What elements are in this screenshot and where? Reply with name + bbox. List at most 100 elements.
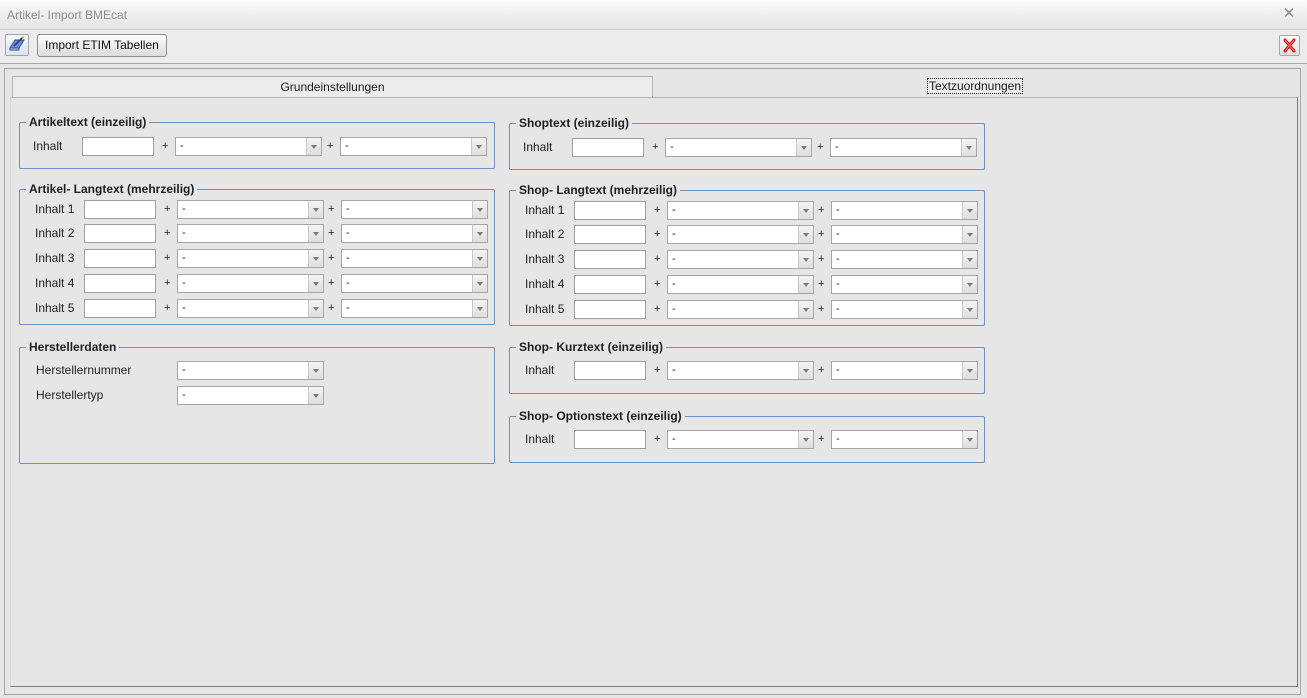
shoptext-inhalt-input[interactable] — [572, 138, 644, 157]
toolbar-close-button[interactable] — [1279, 35, 1300, 56]
shop-langtext-4-combo-1[interactable]: - — [667, 275, 814, 294]
herstellertyp-combo[interactable]: - — [177, 386, 324, 405]
artikel-langtext-3-combo-1[interactable]: - — [177, 249, 324, 268]
shop-langtext-inhalt-3-input[interactable] — [574, 250, 646, 269]
tab-grundeinstellungen[interactable]: Grundeinstellungen — [12, 76, 653, 97]
plus-sign: + — [818, 204, 825, 216]
chevron-down-icon[interactable] — [798, 362, 813, 379]
shop-langtext-1-combo-2[interactable]: - — [831, 201, 978, 220]
artikel-langtext-inhalt-4-input[interactable] — [84, 274, 156, 293]
shop-langtext-inhalt-5-input[interactable] — [574, 300, 646, 319]
shop-langtext-inhalt-2-input[interactable] — [574, 225, 646, 244]
chevron-down-icon[interactable] — [961, 139, 976, 156]
artikel-langtext-2-combo-1[interactable]: - — [177, 224, 324, 243]
combo-value: - — [182, 302, 186, 314]
chevron-down-icon[interactable] — [308, 362, 323, 379]
group-title: Shoptext (einzeilig) — [516, 115, 633, 131]
artikel-langtext-1-combo-2[interactable]: - — [341, 200, 488, 219]
window-close-icon[interactable]: ✕ — [1281, 6, 1297, 22]
plus-sign: + — [654, 433, 661, 445]
artikel-langtext-inhalt-1-input[interactable] — [84, 200, 156, 219]
chevron-down-icon[interactable] — [798, 276, 813, 293]
chevron-down-icon[interactable] — [308, 275, 323, 292]
shop-optionstext-inhalt-input[interactable] — [574, 430, 646, 449]
artikel-langtext-4-combo-1[interactable]: - — [177, 274, 324, 293]
chevron-down-icon[interactable] — [798, 251, 813, 268]
artikel-langtext-3-combo-2[interactable]: - — [341, 249, 488, 268]
artikeltext-combo-1[interactable]: - — [175, 137, 322, 156]
artikel-langtext-2-combo-2[interactable]: - — [341, 224, 488, 243]
shop-kurztext-inhalt-input[interactable] — [574, 361, 646, 380]
chevron-down-icon[interactable] — [798, 202, 813, 219]
shop-langtext-inhalt-4-input[interactable] — [574, 275, 646, 294]
chevron-down-icon[interactable] — [798, 301, 813, 318]
plus-sign: + — [817, 141, 824, 153]
artikeltext-combo-2[interactable]: - — [340, 137, 487, 156]
chevron-down-icon[interactable] — [471, 138, 486, 155]
chevron-down-icon[interactable] — [472, 201, 487, 218]
plus-sign: + — [654, 303, 661, 315]
chevron-down-icon[interactable] — [962, 202, 977, 219]
chevron-down-icon[interactable] — [962, 362, 977, 379]
artikel-langtext-inhalt-5-input[interactable] — [84, 299, 156, 318]
shop-langtext-5-combo-2[interactable]: - — [831, 300, 978, 319]
plus-sign: + — [818, 433, 825, 445]
plus-sign: + — [327, 140, 334, 152]
notebook-pen-icon — [9, 35, 25, 51]
combo-value: - — [346, 302, 350, 314]
artikeltext-inhalt-input[interactable] — [82, 137, 154, 156]
chevron-down-icon[interactable] — [306, 138, 321, 155]
artikel-langtext-4-combo-2[interactable]: - — [341, 274, 488, 293]
chevron-down-icon[interactable] — [308, 300, 323, 317]
artikel-langtext-inhalt-3-input[interactable] — [84, 249, 156, 268]
combo-value: - — [180, 140, 184, 152]
chevron-down-icon[interactable] — [962, 276, 977, 293]
shop-langtext-4-combo-2[interactable]: - — [831, 275, 978, 294]
shop-optionstext-combo-2[interactable]: - — [831, 430, 978, 449]
inhalt-label: Inhalt — [525, 363, 555, 377]
chevron-down-icon[interactable] — [798, 431, 813, 448]
chevron-down-icon[interactable] — [962, 301, 977, 318]
inhalt-label: Inhalt — [33, 139, 63, 153]
shop-langtext-3-combo-1[interactable]: - — [667, 250, 814, 269]
chevron-down-icon[interactable] — [798, 226, 813, 243]
plus-sign: + — [654, 278, 661, 290]
shop-langtext-3-combo-2[interactable]: - — [831, 250, 978, 269]
shop-langtext-2-combo-1[interactable]: - — [667, 225, 814, 244]
artikel-langtext-5-combo-2[interactable]: - — [341, 299, 488, 318]
chevron-down-icon[interactable] — [472, 250, 487, 267]
chevron-down-icon[interactable] — [962, 431, 977, 448]
chevron-down-icon[interactable] — [472, 300, 487, 317]
chevron-down-icon[interactable] — [308, 201, 323, 218]
chevron-down-icon[interactable] — [796, 139, 811, 156]
shop-langtext-inhalt-1-input[interactable] — [574, 201, 646, 220]
combo-value: - — [835, 141, 839, 153]
artikel-langtext-5-combo-1[interactable]: - — [177, 299, 324, 318]
artikel-langtext-1-combo-1[interactable]: - — [177, 200, 324, 219]
chevron-down-icon[interactable] — [472, 275, 487, 292]
chevron-down-icon[interactable] — [308, 387, 323, 404]
chevron-down-icon[interactable] — [308, 250, 323, 267]
chevron-down-icon[interactable] — [308, 225, 323, 242]
shop-langtext-1-combo-1[interactable]: - — [667, 201, 814, 220]
notebook-button[interactable] — [5, 34, 29, 56]
inhalt-2-label: Inhalt 2 — [35, 226, 75, 240]
shop-langtext-5-combo-1[interactable]: - — [667, 300, 814, 319]
combo-value: - — [836, 228, 840, 240]
shoptext-combo-2[interactable]: - — [830, 138, 977, 157]
chevron-down-icon[interactable] — [962, 251, 977, 268]
combo-value: - — [670, 141, 674, 153]
chevron-down-icon[interactable] — [962, 226, 977, 243]
import-etim-button[interactable]: Import ETIM Tabellen — [37, 34, 167, 57]
shop-optionstext-combo-1[interactable]: - — [667, 430, 814, 449]
artikel-langtext-inhalt-2-input[interactable] — [84, 224, 156, 243]
plus-sign: + — [164, 227, 171, 239]
shoptext-combo-1[interactable]: - — [665, 138, 812, 157]
combo-value: - — [672, 364, 676, 376]
shop-langtext-2-combo-2[interactable]: - — [831, 225, 978, 244]
shop-kurztext-combo-1[interactable]: - — [667, 361, 814, 380]
herstellernummer-combo[interactable]: - — [177, 361, 324, 380]
tab-textzuordnungen[interactable]: Textzuordnungen — [653, 76, 1297, 97]
shop-kurztext-combo-2[interactable]: - — [831, 361, 978, 380]
chevron-down-icon[interactable] — [472, 225, 487, 242]
